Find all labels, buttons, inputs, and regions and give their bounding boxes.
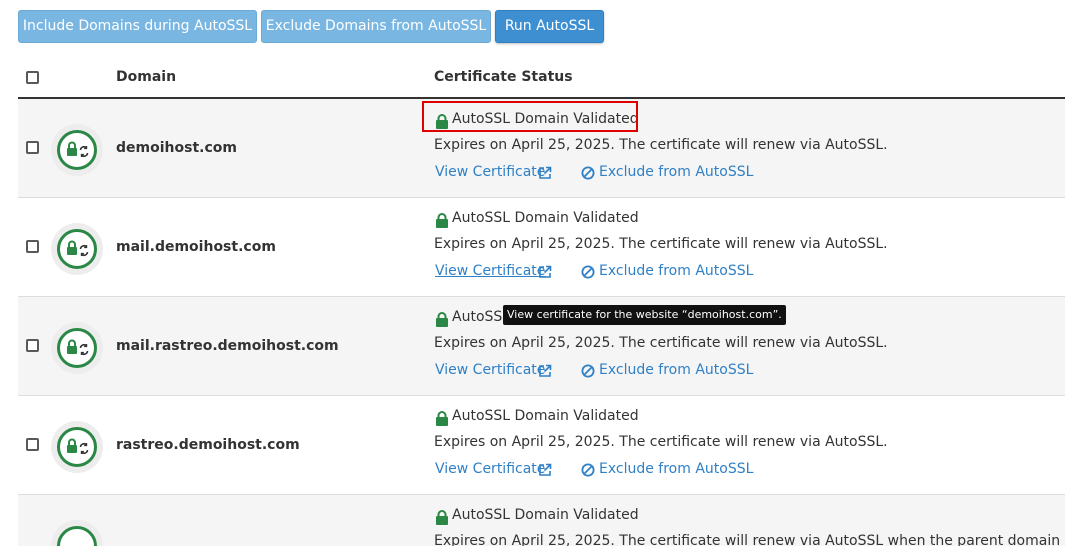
domain-name: mail.demoihost.com: [116, 239, 276, 255]
lock-sync-icon: [51, 124, 103, 176]
row-checkbox[interactable]: [26, 438, 39, 451]
select-all-checkbox[interactable]: [26, 71, 39, 84]
expiry-text: Expires on April 25, 2025. The certifica…: [434, 335, 888, 351]
exclude-from-autossl-link[interactable]: Exclude from AutoSSL: [581, 362, 753, 378]
expiry-text: Expires on April 25, 2025. The certifica…: [434, 533, 1061, 546]
status-text: AutoSSL Domain Validated: [452, 210, 639, 226]
lock-icon: [436, 213, 448, 228]
table-row: rastreo.demoihost.com AutoSSL Domain Val…: [18, 396, 1065, 495]
view-certificate-link[interactable]: View Certificate: [435, 362, 552, 378]
status-text: AutoSSL Domain Validated: [452, 507, 639, 523]
include-domains-button[interactable]: Include Domains during AutoSSL: [18, 10, 257, 43]
row-checkbox[interactable]: [26, 240, 39, 253]
ban-icon: [581, 265, 595, 279]
ban-icon: [581, 364, 595, 378]
view-certificate-tooltip: View certificate for the website “demoih…: [503, 305, 786, 325]
external-link-icon: [539, 166, 552, 179]
ban-icon: [581, 166, 595, 180]
view-certificate-link[interactable]: View Certificate: [435, 164, 552, 180]
exclude-domains-button[interactable]: Exclude Domains from AutoSSL: [261, 10, 491, 43]
status-highlight-box: [422, 101, 638, 132]
domain-name: demoihost.com: [116, 140, 237, 156]
table-row: mail.demoihost.com AutoSSL Domain Valida…: [18, 198, 1065, 297]
ban-icon: [581, 463, 595, 477]
table-row: AutoSSL Domain Validated Expires on Apri…: [18, 495, 1065, 546]
lock-sync-icon: [51, 223, 103, 275]
status-text: AutoSSL Domain Validated: [452, 408, 639, 424]
column-header-certificate-status: Certificate Status: [434, 69, 573, 85]
exclude-from-autossl-link[interactable]: Exclude from AutoSSL: [581, 263, 753, 279]
exclude-from-autossl-link[interactable]: Exclude from AutoSSL: [581, 461, 753, 477]
column-header-domain: Domain: [116, 69, 177, 85]
lock-sync-icon: [51, 421, 103, 473]
lock-icon: [436, 312, 448, 327]
expiry-text: Expires on April 25, 2025. The certifica…: [434, 434, 888, 450]
row-checkbox[interactable]: [26, 141, 39, 154]
expiry-text: Expires on April 25, 2025. The certifica…: [434, 236, 888, 252]
ssl-status-page: Include Domains during AutoSSL Exclude D…: [0, 0, 1065, 546]
expiry-text: Expires on April 25, 2025. The certifica…: [434, 137, 888, 153]
external-link-icon: [539, 265, 552, 278]
exclude-from-autossl-link[interactable]: Exclude from AutoSSL: [581, 164, 753, 180]
row-checkbox[interactable]: [26, 339, 39, 352]
view-certificate-link[interactable]: View Certificate: [435, 263, 552, 279]
lock-icon: [436, 411, 448, 426]
domain-name: rastreo.demoihost.com: [116, 437, 300, 453]
external-link-icon: [539, 364, 552, 377]
table-header: Domain Certificate Status: [18, 60, 1065, 99]
view-certificate-link[interactable]: View Certificate: [435, 461, 552, 477]
domain-name: mail.rastreo.demoihost.com: [116, 338, 339, 354]
run-autossl-button[interactable]: Run AutoSSL: [495, 10, 604, 43]
lock-sync-icon: [51, 322, 103, 374]
external-link-icon: [539, 463, 552, 476]
lock-icon: [436, 510, 448, 525]
lock-sync-icon: [51, 520, 103, 546]
